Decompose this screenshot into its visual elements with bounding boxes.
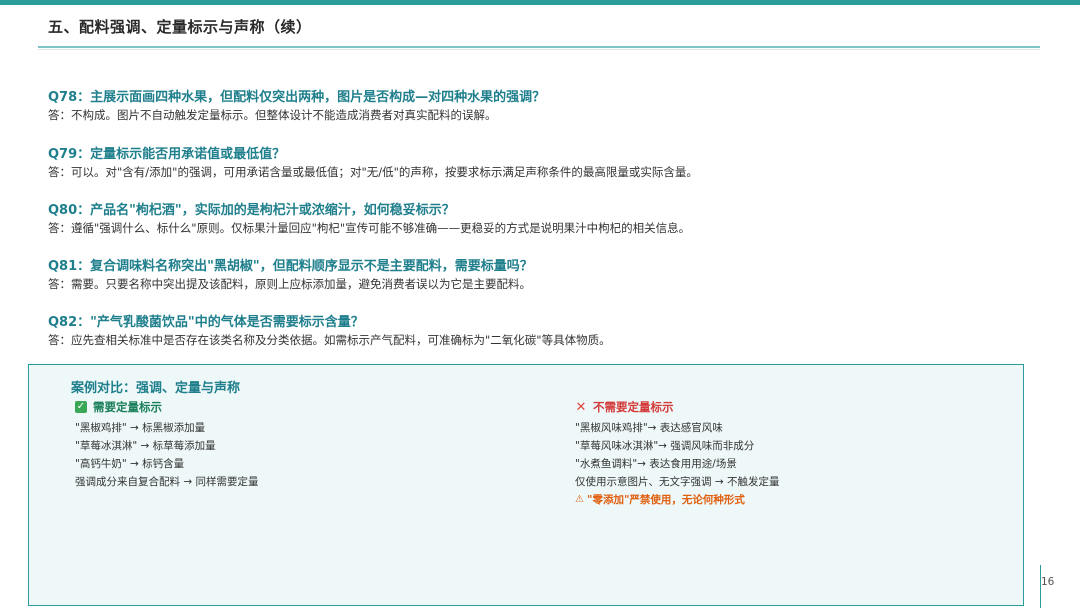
answer: 答：可以。对"含有/添加"的强调，可用承诺含量或最低值；对"无/低"的声称，按要… [48, 165, 698, 179]
list-item: 强调成分来自复合配料 → 同样需要定量 [75, 476, 259, 488]
required-column: ✓ 需要定量标示 "黑椒鸡排" → 标黑椒添加量 "草莓冰淇淋" → 标草莓添加… [75, 399, 258, 491]
qa-item: Q81：复合调味料名称突出"黑胡椒"，但配料顺序显示不是主要配料，需要标量吗？ … [48, 258, 1038, 292]
warning-icon: ⚠ [575, 494, 584, 505]
answer: 答：需要。只要名称中突出提及该配料，原则上应标添加量，避免消费者误以为它是主要配… [48, 277, 531, 291]
qa-item: Q78：主展示面画四种水果，但配料仅突出两种，图片是否构成—对四种水果的强调？ … [48, 89, 1038, 123]
not-required-heading-label: 不需要定量标示 [593, 400, 674, 414]
title-divider [38, 46, 1040, 48]
qa-item: Q79：定量标示能否用承诺值或最低值？ 答：可以。对"含有/添加"的强调，可用承… [48, 146, 1038, 180]
not-required-column: ✕ 不需要定量标示 "黑椒风味鸡排"→ 表达感官风味 "草莓风味冰淇淋"→ 强调… [575, 399, 779, 509]
list-item: "高钙牛奶" → 标钙含量 [75, 458, 185, 470]
panel-title: 案例对比：强调、定量与声称 [71, 381, 241, 396]
question: Q80：产品名"枸杞酒"，实际加的是枸杞汁或浓缩汁，如何稳妥标示？ [48, 203, 455, 218]
list-item: "草莓风味冰淇淋"→ 强调风味而非成分 [575, 440, 755, 452]
not-required-heading: ✕ 不需要定量标示 [575, 399, 779, 415]
top-accent-bar [0, 0, 1080, 5]
answer: 答：不构成。图片不自动触发定量标示。但整体设计不能造成消费者对真实配料的误解。 [48, 108, 497, 122]
question: Q78：主展示面画四种水果，但配料仅突出两种，图片是否构成—对四种水果的强调？ [48, 90, 546, 105]
answer: 答：遵循"强调什么、标什么"原则。仅标果汁量回应"枸杞"宣传可能不够准确——更稳… [48, 221, 691, 235]
list-item: "水煮鱼调料"→ 表达食用用途/场景 [575, 458, 737, 470]
qa-item: Q82："产气乳酸菌饮品"中的气体是否需要标示含量？ 答：应先查相关标准中是否存… [48, 314, 1038, 348]
qa-item: Q80：产品名"枸杞酒"，实际加的是枸杞汁或浓缩汁，如何稳妥标示？ 答：遵循"强… [48, 202, 1038, 236]
page-number: 16 [1041, 576, 1055, 588]
title-divider-secondary [38, 49, 1040, 50]
list-item: "黑椒风味鸡排"→ 表达感官风味 [575, 422, 723, 434]
list-item: 仅使用示意图片、无文字强调 → 不触发定量 [575, 476, 780, 488]
list-item: "草莓冰淇淋" → 标草莓添加量 [75, 440, 216, 452]
warning-line: ⚠ "零添加"严禁使用，无论何种形式 [575, 491, 779, 509]
case-comparison-panel: 案例对比：强调、定量与声称 ✓ 需要定量标示 "黑椒鸡排" → 标黑椒添加量 "… [28, 364, 1024, 606]
warning-text: "零添加"严禁使用，无论何种形式 [586, 494, 745, 506]
list-item: "黑椒鸡排" → 标黑椒添加量 [75, 422, 206, 434]
question: Q81：复合调味料名称突出"黑胡椒"，但配料顺序显示不是主要配料，需要标量吗？ [48, 259, 533, 274]
cross-icon: ✕ [575, 399, 587, 415]
question: Q79：定量标示能否用承诺值或最低值？ [48, 147, 286, 162]
check-icon: ✓ [75, 401, 87, 413]
question: Q82："产气乳酸菌饮品"中的气体是否需要标示含量？ [48, 315, 364, 330]
required-heading: ✓ 需要定量标示 [75, 399, 258, 415]
answer: 答：应先查相关标准中是否存在该类名称及分类依据。如需标示产气配料，可准确标为"二… [48, 333, 611, 347]
page-title: 五、配料强调、定量标示与声称（续） [48, 18, 312, 36]
required-heading-label: 需要定量标示 [93, 400, 162, 414]
